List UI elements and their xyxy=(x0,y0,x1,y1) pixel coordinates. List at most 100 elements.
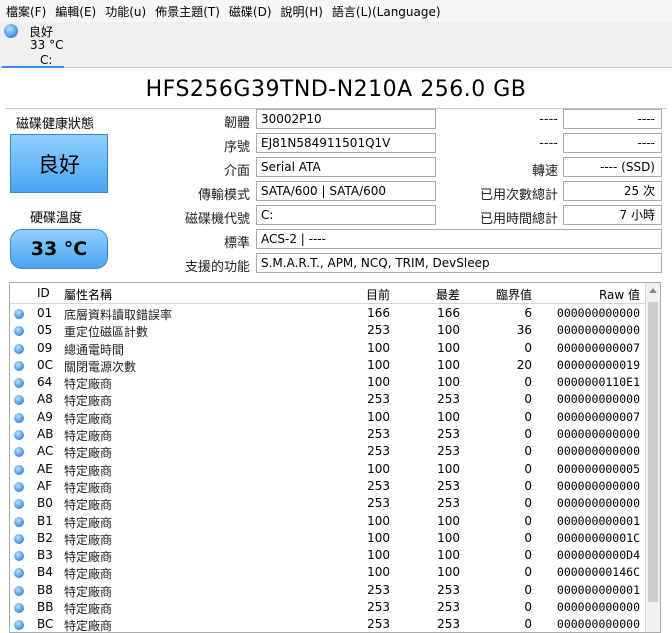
cell-threshold: 0 xyxy=(524,600,532,615)
scroll-up-arrow-icon[interactable] xyxy=(649,288,657,293)
table-row[interactable]: B8 特定廠商 253 253 0 000000000001 xyxy=(10,582,646,599)
cell-current: 100 xyxy=(367,340,390,355)
cell-threshold: 0 xyxy=(524,375,532,390)
table-row[interactable]: 05 重定位磁區計數 253 100 36 000000000000 xyxy=(10,322,646,339)
table-row[interactable]: 01 底層資料讀取錯誤率 166 166 6 000000000000 xyxy=(10,305,646,322)
status-dot-icon xyxy=(14,309,24,319)
disk-tab-c[interactable]: 良好 33 °C C: xyxy=(2,22,64,68)
table-rows: 01 底層資料讀取錯誤率 166 166 6 000000000000 05 重定位磁區計數 2… xyxy=(10,305,646,632)
table-row[interactable]: B2 特定廠商 100 100 0 00000000001C xyxy=(10,530,646,547)
cell-name: 特定廠商 xyxy=(64,498,113,513)
cell-name: 特定廠商 xyxy=(64,584,113,599)
smart-attribute-table[interactable]: ID 屬性名稱 目前 最差 臨界值 Raw 值 01 底層資料讀取錯誤率 166 16… xyxy=(9,282,661,633)
disk-tab-temperature: 33 °C xyxy=(30,38,64,52)
cell-name: 特定廠商 xyxy=(64,463,113,478)
blank-field-2: ---- xyxy=(563,133,662,153)
cell-threshold: 0 xyxy=(524,427,532,442)
cell-raw: 000000000000 xyxy=(556,306,640,320)
cell-raw: 00000000001C xyxy=(556,530,640,545)
cell-raw: 0000000000D4 xyxy=(556,548,640,563)
table-row[interactable]: BB 特定廠商 253 253 0 000000000000 xyxy=(10,599,646,616)
serial-label: 序號 xyxy=(223,140,250,155)
table-row[interactable]: A8 特定廠商 253 253 0 000000000000 xyxy=(10,391,646,408)
menu-file[interactable]: 檔案(F) xyxy=(6,3,46,20)
health-status-icon xyxy=(4,24,18,38)
table-row[interactable]: AE 特定廠商 100 100 0 000000000005 xyxy=(10,461,646,478)
cell-raw: 000000000007 xyxy=(556,340,640,355)
cell-id: B8 xyxy=(37,582,53,597)
cell-threshold: 20 xyxy=(516,357,532,372)
table-row[interactable]: B0 特定廠商 253 253 0 000000000000 xyxy=(10,495,646,512)
disk-tab-strip: 良好 33 °C C: xyxy=(0,22,672,68)
menu-language[interactable]: 語言(L)(Language) xyxy=(332,3,441,20)
drive-letter-label: 磁碟機代號 xyxy=(184,212,250,227)
scrollbar-thumb[interactable] xyxy=(648,302,658,602)
header-current[interactable]: 目前 xyxy=(340,286,390,303)
cell-current: 100 xyxy=(367,357,390,372)
cell-current: 253 xyxy=(367,478,390,493)
table-row[interactable]: AC 特定廠商 253 253 0 000000000000 xyxy=(10,443,646,460)
interface-label: 介面 xyxy=(223,164,250,179)
cell-current: 253 xyxy=(367,323,390,338)
cell-worst: 253 xyxy=(437,392,460,407)
menu-disk[interactable]: 磁碟(D) xyxy=(229,3,272,20)
cell-worst: 100 xyxy=(437,461,460,476)
cell-current: 253 xyxy=(367,427,390,442)
status-dot-icon xyxy=(14,343,24,354)
cell-id: 05 xyxy=(37,323,53,338)
disk-tab-drive: C: xyxy=(40,53,53,67)
menu-help[interactable]: 說明(H) xyxy=(281,3,323,20)
cell-id: 01 xyxy=(37,306,53,320)
cell-name: 特定廠商 xyxy=(64,446,113,461)
cell-current: 253 xyxy=(367,444,390,459)
cell-threshold: 0 xyxy=(524,340,532,355)
cell-raw: 000000000000 xyxy=(556,392,640,407)
cell-raw: 0000000110E1 xyxy=(556,375,640,390)
header-worst[interactable]: 最差 xyxy=(410,286,460,303)
table-row[interactable]: A9 特定廠商 100 100 0 000000000007 xyxy=(10,409,646,426)
header-threshold[interactable]: 臨界值 xyxy=(480,286,532,303)
cell-threshold: 0 xyxy=(524,496,532,511)
cell-threshold: 0 xyxy=(524,444,532,459)
cell-threshold: 0 xyxy=(524,478,532,493)
cell-id: AB xyxy=(37,427,54,442)
menu-function[interactable]: 功能(u) xyxy=(105,3,146,20)
status-dot-icon xyxy=(14,568,24,579)
cell-raw: 00000000146C xyxy=(556,565,640,580)
table-row[interactable]: AB 特定廠商 253 253 0 000000000000 xyxy=(10,426,646,443)
vertical-scrollbar[interactable] xyxy=(645,283,660,632)
health-status-button[interactable]: 良好 xyxy=(10,134,108,193)
cell-raw: 000000000000 xyxy=(556,496,640,511)
table-row[interactable]: BC 特定廠商 253 253 0 000000000000 xyxy=(10,616,646,632)
cell-current: 100 xyxy=(367,461,390,476)
cell-id: AE xyxy=(37,461,53,476)
table-row[interactable]: AF 特定廠商 253 253 0 000000000000 xyxy=(10,478,646,495)
table-row[interactable]: B4 特定廠商 100 100 0 00000000146C xyxy=(10,564,646,581)
power-on-count-label: 已用次數總計 xyxy=(479,188,558,203)
cell-raw: 000000000000 xyxy=(556,478,640,493)
table-row[interactable]: 0C 關閉電源次數 100 100 20 000000000019 xyxy=(10,357,646,374)
header-id[interactable]: ID xyxy=(37,286,50,300)
cell-name: 總通電時間 xyxy=(64,342,125,357)
menu-edit[interactable]: 編輯(E) xyxy=(55,3,96,20)
header-name[interactable]: 屬性名稱 xyxy=(64,286,112,303)
header-raw[interactable]: Raw 值 xyxy=(550,286,640,303)
cell-raw: 000000000000 xyxy=(556,323,640,338)
cell-threshold: 0 xyxy=(524,409,532,424)
cell-raw: 000000000005 xyxy=(556,461,640,476)
menu-theme[interactable]: 佈景主題(T) xyxy=(155,3,220,20)
drive-letter-field: C: xyxy=(256,205,436,225)
cell-id: AC xyxy=(37,444,54,459)
table-row[interactable]: 09 總通電時間 100 100 0 000000000007 xyxy=(10,340,646,357)
cell-worst: 253 xyxy=(437,444,460,459)
table-row[interactable]: B3 特定廠商 100 100 0 0000000000D4 xyxy=(10,547,646,564)
cell-name: 特定廠商 xyxy=(64,411,113,426)
cell-name: 特定廠商 xyxy=(64,532,113,547)
cell-worst: 253 xyxy=(437,427,460,442)
power-on-hours-field: 7 小時 xyxy=(563,205,662,225)
cell-raw: 000000000000 xyxy=(556,600,640,615)
interface-field: Serial ATA xyxy=(256,157,436,177)
cell-raw: 000000000001 xyxy=(556,513,640,528)
table-row[interactable]: B1 特定廠商 100 100 0 000000000001 xyxy=(10,513,646,530)
table-row[interactable]: 64 特定廠商 100 100 0 0000000110E1 xyxy=(10,374,646,391)
